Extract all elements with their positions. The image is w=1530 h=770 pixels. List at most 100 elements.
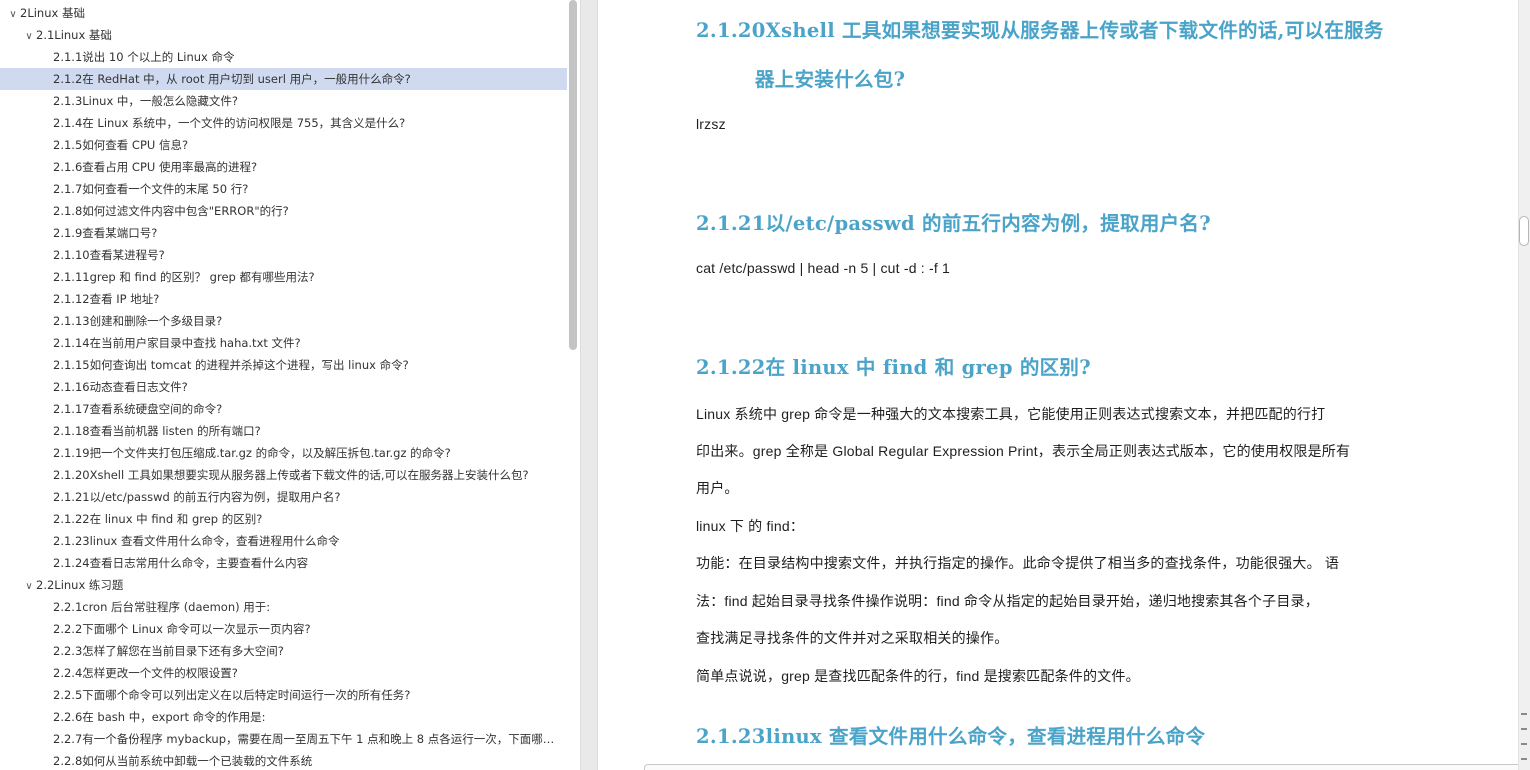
outline-item-label: 2.1.14在当前用户家目录中查找 haha.txt 文件? [53,336,301,350]
outline-item-label: 2.2.5下面哪个命令可以列出定义在以后特定时间运行一次的所有任务? [53,688,411,702]
outline-item-label: 2.2Linux 练习题 [36,578,124,592]
paragraph-line: 法：find 起始目录寻找条件操作说明：find 命令从指定的起始目录开始，递归… [696,593,1319,609]
outline-item-label: 2.1.2在 RedHat 中，从 root 用户切到 userl 用户，一般用… [53,72,411,86]
outline-item-label: 2.1.1说出 10 个以上的 Linux 命令 [53,50,235,64]
outline-item-label: 2.1.23linux 查看文件用什么命令，查看进程用什么命令 [53,534,340,548]
outline-item[interactable]: 2.2.7有一个备份程序 mybackup，需要在周一至周五下午 1 点和晚上 … [0,728,570,750]
outline-item[interactable]: 2.2.8如何从当前系统中卸载一个已装载的文件系统 [0,750,570,770]
paragraph-line: linux 下 的 find： [696,518,805,534]
outline-item[interactable]: 2.2.6在 bash 中，export 命令的作用是: [0,706,570,728]
answer-2-1-20: lrzsz [696,116,726,132]
horizontal-scrollbar[interactable] [644,764,1518,770]
outline-item[interactable]: 2.1.15如何查询出 tomcat 的进程并杀掉这个进程，写出 linux 命… [0,354,570,376]
outline-item-label: 2.1.20Xshell 工具如果想要实现从服务器上传或者下载文件的话,可以在服… [53,468,529,482]
outline-item-label: 2.2.3怎样了解您在当前目录下还有多大空间? [53,644,284,658]
outline-item[interactable]: 2.1.20Xshell 工具如果想要实现从服务器上传或者下载文件的话,可以在服… [0,464,570,486]
outline-item[interactable]: 2.1.23linux 查看文件用什么命令，查看进程用什么命令 [0,530,570,552]
outline-item-label: 2.2.8如何从当前系统中卸载一个已装载的文件系统 [53,754,313,768]
outline-item-label: 2Linux 基础 [20,6,85,20]
paragraph-line: 简单点说说，grep 是查找匹配条件的行，find 是搜索匹配条件的文件。 [696,668,1140,684]
outline-item[interactable]: 2.1.19把一个文件夹打包压缩成.tar.gz 的命令，以及解压拆包.tar.… [0,442,570,464]
scroll-marker [1521,713,1527,715]
outline-item-label: 2.1Linux 基础 [36,28,112,42]
outline-item[interactable]: 2.1.4在 Linux 系统中，一个文件的访问权限是 755，其含义是什么? [0,112,570,134]
outline-item[interactable]: 2.2.5下面哪个命令可以列出定义在以后特定时间运行一次的所有任务? [0,684,570,706]
outline-item-label: 2.2.1cron 后台常驻程序 (daemon) 用于: [53,600,271,614]
outline-item[interactable]: 2.1.14在当前用户家目录中查找 haha.txt 文件? [0,332,570,354]
heading-2-1-20-line1: 2.1.20Xshell 工具如果想要实现从服务器上传或者下载文件的话,可以在服… [696,19,1384,42]
outline-item-label: 2.1.22在 linux 中 find 和 grep 的区别? [53,512,263,526]
outline-item[interactable]: 2.1.18查看当前机器 listen 的所有端口? [0,420,570,442]
outline-item[interactable]: 2.1.3Linux 中，一般怎么隐藏文件? [0,90,570,112]
outline-item[interactable]: 2.2.3怎样了解您在当前目录下还有多大空间? [0,640,570,662]
outline-item[interactable]: 2.1.13创建和删除一个多级目录? [0,310,570,332]
outline-item[interactable]: 2.1.10查看某进程号? [0,244,570,266]
outline-item[interactable]: 2.1.24查看日志常用什么命令，主要查看什么内容 [0,552,570,574]
outline-tree: ∨ 2Linux 基础 ∨ 2.1Linux 基础 2.1.1说出 10 个以上的 Li… [0,2,570,770]
scroll-marker [1521,728,1527,730]
outline-item-label: 2.1.8如何过滤文件内容中包含"ERROR"的行? [53,204,289,218]
outline-item-label: 2.1.3Linux 中，一般怎么隐藏文件? [53,94,239,108]
outline-item-label: 2.1.10查看某进程号? [53,248,165,262]
outline-item-label: 2.1.13创建和删除一个多级目录? [53,314,223,328]
outline-group[interactable]: ∨ 2.2Linux 练习题 [0,574,570,596]
outline-item-label: 2.1.18查看当前机器 listen 的所有端口? [53,424,261,438]
chevron-down-icon[interactable]: ∨ [6,4,20,24]
outline-item-label: 2.1.19把一个文件夹打包压缩成.tar.gz 的命令，以及解压拆包.tar.… [53,446,451,460]
heading-2-1-20-line2: 器上安装什么包? [755,68,906,91]
outline-group[interactable]: ∨ 2Linux 基础 [0,2,570,24]
outline-item[interactable]: 2.1.5如何查看 CPU 信息? [0,134,570,156]
heading-2-1-22: 2.1.22在 linux 中 find 和 grep 的区别? [696,356,1091,379]
outline-item[interactable]: 2.1.21以/etc/passwd 的前五行内容为例，提取用户名? [0,486,570,508]
document-page: 2.1.20Xshell 工具如果想要实现从服务器上传或者下载文件的话,可以在服… [598,0,1518,770]
outline-item[interactable]: 2.1.6查看占用 CPU 使用率最高的进程? [0,156,570,178]
paragraph-line: Linux 系统中 grep 命令是一种强大的文本搜索工具，它能使用正则表达式搜… [696,406,1326,422]
heading-2-1-23: 2.1.23linux 查看文件用什么命令，查看进程用什么命令 [696,725,1206,748]
outline-item-label: 2.1.16动态查看日志文件? [53,380,188,394]
outline-item[interactable]: 2.1.2在 RedHat 中，从 root 用户切到 userl 用户，一般用… [0,68,570,90]
outline-panel: ∨ 2Linux 基础 ∨ 2.1Linux 基础 2.1.1说出 10 个以上的 Li… [0,0,580,770]
outline-item[interactable]: 2.2.4怎样更改一个文件的权限设置? [0,662,570,684]
outline-item[interactable]: 2.1.16动态查看日志文件? [0,376,570,398]
outline-item-label: 2.2.7有一个备份程序 mybackup，需要在周一至周五下午 1 点和晚上 … [53,732,570,746]
outline-item-label: 2.2.2下面哪个 Linux 命令可以一次显示一页内容? [53,622,311,636]
outline-item[interactable]: 2.2.2下面哪个 Linux 命令可以一次显示一页内容? [0,618,570,640]
outline-item[interactable]: 2.1.17查看系统硬盘空间的命令? [0,398,570,420]
outline-item[interactable]: 2.1.9查看某端口号? [0,222,570,244]
outline-item-label: 2.1.17查看系统硬盘空间的命令? [53,402,223,416]
outline-item[interactable]: 2.1.12查看 IP 地址? [0,288,570,310]
paragraph-line: 查找满足寻找条件的文件并对之采取相关的操作。 [696,630,1009,646]
outline-item-label: 2.1.5如何查看 CPU 信息? [53,138,189,152]
outline-item-label: 2.1.21以/etc/passwd 的前五行内容为例，提取用户名? [53,490,341,504]
outline-item-label: 2.1.6查看占用 CPU 使用率最高的进程? [53,160,258,174]
scroll-marker [1521,758,1527,760]
outline-item[interactable]: 2.1.11grep 和 find 的区别？ grep 都有哪些用法? [0,266,570,288]
outline-item-label: 2.2.4怎样更改一个文件的权限设置? [53,666,238,680]
outline-item-label: 2.1.24查看日志常用什么命令，主要查看什么内容 [53,556,309,570]
outline-item-label: 2.1.7如何查看一个文件的末尾 50 行? [53,182,249,196]
paragraph-line: 用户。 [696,480,739,496]
paragraph-line: 功能：在目录结构中搜索文件，并执行指定的操作。此命令提供了相当多的查找条件，功能… [696,555,1340,571]
chevron-down-icon[interactable]: ∨ [22,576,36,596]
outline-item-label: 2.1.11grep 和 find 的区别？ grep 都有哪些用法? [53,270,315,284]
answer-2-1-21: cat /etc/passwd | head -n 5 | cut -d : -… [696,260,950,276]
outline-item[interactable]: 2.2.1cron 后台常驻程序 (daemon) 用于: [0,596,570,618]
chevron-down-icon[interactable]: ∨ [22,26,36,46]
outline-item[interactable]: 2.1.22在 linux 中 find 和 grep 的区别? [0,508,570,530]
outline-group[interactable]: ∨ 2.1Linux 基础 [0,24,570,46]
heading-2-1-21: 2.1.21以/etc/passwd 的前五行内容为例，提取用户名? [696,212,1211,235]
document-scrollbar-track[interactable] [1518,0,1530,770]
paragraph-line: 印出来。grep 全称是 Global Regular Expression P… [696,443,1351,459]
outline-item[interactable]: 2.1.8如何过滤文件内容中包含"ERROR"的行? [0,200,570,222]
outline-item[interactable]: 2.1.7如何查看一个文件的末尾 50 行? [0,178,570,200]
panel-splitter[interactable] [580,0,598,770]
outline-item-label: 2.1.15如何查询出 tomcat 的进程并杀掉这个进程，写出 linux 命… [53,358,409,372]
outline-item-label: 2.2.6在 bash 中，export 命令的作用是: [53,710,266,724]
scroll-marker [1521,743,1527,745]
outline-item-label: 2.1.12查看 IP 地址? [53,292,160,306]
outline-item-label: 2.1.4在 Linux 系统中，一个文件的访问权限是 755，其含义是什么? [53,116,406,130]
outline-scrollbar-thumb[interactable] [569,0,577,350]
document-scrollbar-thumb[interactable] [1519,216,1529,246]
outline-item-label: 2.1.9查看某端口号? [53,226,158,240]
outline-item[interactable]: 2.1.1说出 10 个以上的 Linux 命令 [0,46,570,68]
